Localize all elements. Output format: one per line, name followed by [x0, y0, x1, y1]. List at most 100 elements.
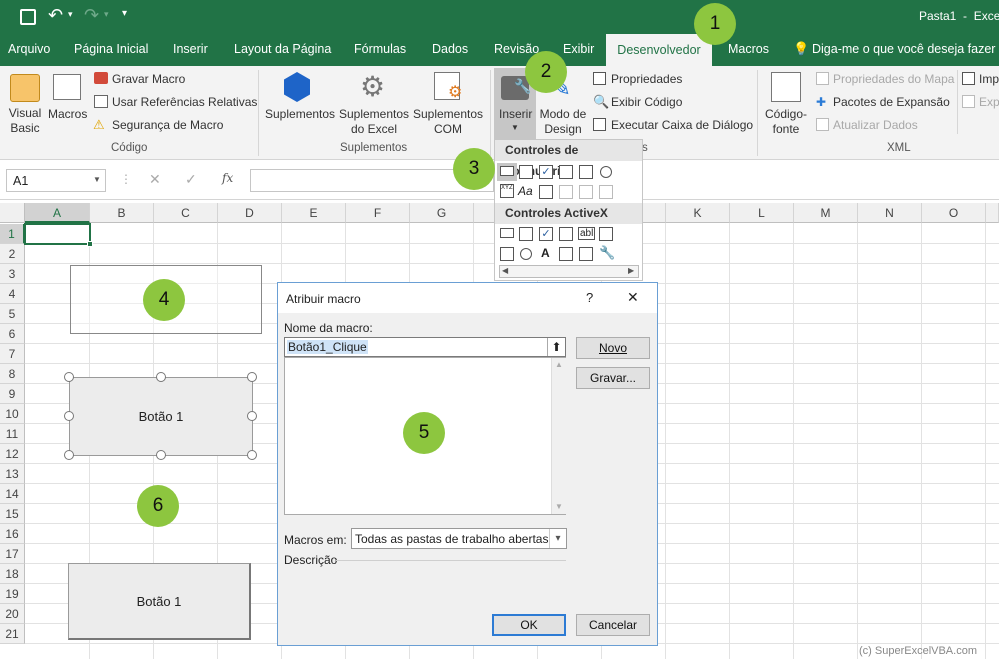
col-header-partial[interactable] [986, 203, 999, 223]
row-header-10[interactable]: 10 [0, 404, 25, 424]
tab-inserir[interactable]: Inserir [173, 42, 208, 56]
macro-list-scrollbar[interactable]: ▲ ▼ [551, 358, 566, 514]
resize-handle[interactable] [156, 372, 166, 382]
activex-option-icon[interactable] [520, 248, 532, 260]
tell-me-box[interactable]: Diga-me o que você deseja fazer [812, 42, 995, 56]
modo-design-button[interactable]: Modo de Design [536, 107, 590, 137]
sheet-button-final[interactable]: Botão 1 [68, 563, 251, 640]
gravar-macro-button[interactable]: Gravar Macro [112, 72, 185, 86]
save-icon[interactable] [20, 9, 36, 25]
col-header-o[interactable]: O [922, 203, 986, 223]
row-header-1[interactable]: 1 [0, 224, 25, 244]
row-header-6[interactable]: 6 [0, 324, 25, 344]
seguranca-macro-button[interactable]: Segurança de Macro [112, 118, 223, 132]
tab-dados[interactable]: Dados [432, 42, 468, 56]
row-header-18[interactable]: 18 [0, 564, 25, 584]
source-icon[interactable] [771, 72, 801, 102]
chevron-down-icon[interactable]: ▼ [93, 175, 101, 184]
checkbox-control-icon[interactable]: ✓ [539, 165, 553, 179]
resize-handle[interactable] [64, 450, 74, 460]
col-header-k[interactable]: K [666, 203, 730, 223]
select-all-corner[interactable] [0, 203, 25, 223]
active-cell-a1[interactable] [24, 223, 91, 245]
undo-dropdown-icon[interactable]: ▾ [68, 9, 73, 20]
executar-caixa-button[interactable]: Executar Caixa de Diálogo [611, 118, 753, 132]
visual-basic-icon[interactable] [10, 74, 40, 102]
suplementos-button[interactable]: Suplementos [265, 107, 335, 121]
col-header-m[interactable]: M [794, 203, 858, 223]
undo-icon[interactable]: ↶ [48, 5, 63, 26]
activex-spin-icon[interactable] [500, 247, 514, 261]
col-header-l[interactable]: L [730, 203, 794, 223]
row-header-17[interactable]: 17 [0, 544, 25, 564]
col-header-d[interactable]: D [218, 203, 282, 223]
cancelar-button[interactable]: Cancelar [576, 614, 650, 636]
scroll-down-icon[interactable]: ▼ [555, 502, 563, 511]
option-button-icon[interactable] [600, 166, 612, 178]
suplementos-icon[interactable] [284, 72, 310, 102]
button-control-icon[interactable] [500, 166, 514, 176]
activex-scrollbar-icon[interactable] [599, 227, 613, 241]
chevron-down-icon[interactable]: ▾ [549, 529, 566, 548]
row-header-21[interactable]: 21 [0, 624, 25, 644]
collapse-icon[interactable]: ⬆ [547, 338, 565, 356]
more-controls-icon[interactable]: 🔧 [599, 245, 615, 261]
scrollbar-control-icon[interactable] [539, 185, 553, 199]
col-header-e[interactable]: E [282, 203, 346, 223]
gravar-button[interactable]: Gravar... [576, 367, 650, 389]
scroll-up-icon[interactable]: ▲ [555, 360, 563, 369]
col-header-b[interactable]: B [90, 203, 154, 223]
macros-button[interactable]: Macros [48, 107, 87, 121]
resize-handle[interactable] [64, 372, 74, 382]
col-header-g[interactable]: G [410, 203, 474, 223]
col-header-n[interactable]: N [858, 203, 922, 223]
activex-textbox-icon[interactable]: abl [578, 227, 596, 240]
row-header-15[interactable]: 15 [0, 504, 25, 524]
macros-in-select[interactable]: Todas as pastas de trabalho abertas ▾ [351, 528, 567, 549]
tab-arquivo[interactable]: Arquivo [8, 42, 50, 56]
pacotes-expansao-button[interactable]: Pacotes de Expansão [833, 95, 950, 109]
activex-toggle-icon[interactable] [579, 247, 593, 261]
macros-icon[interactable] [53, 74, 81, 100]
ok-button[interactable]: OK [492, 614, 566, 636]
row-header-4[interactable]: 4 [0, 284, 25, 304]
row-header-19[interactable]: 19 [0, 584, 25, 604]
row-header-9[interactable]: 9 [0, 384, 25, 404]
combobox-control-icon[interactable] [519, 165, 533, 179]
activex-label-icon[interactable]: A [541, 246, 550, 260]
resize-handle[interactable] [247, 411, 257, 421]
tab-revisao[interactable]: Revisão [494, 42, 539, 56]
activex-listbox-icon[interactable] [559, 227, 573, 241]
resize-handle[interactable] [156, 450, 166, 460]
help-icon[interactable]: ? [586, 290, 593, 305]
activex-button-icon[interactable] [500, 228, 514, 238]
row-header-13[interactable]: 13 [0, 464, 25, 484]
activex-combobox-icon[interactable] [519, 227, 533, 241]
novo-button[interactable]: Novo [576, 337, 650, 359]
row-header-8[interactable]: 8 [0, 364, 25, 384]
activex-checkbox-icon[interactable]: ✓ [539, 227, 553, 241]
dropdown-scrollbar[interactable]: ◀ ▶ [499, 265, 639, 278]
tab-layout[interactable]: Layout da Página [234, 42, 331, 56]
fx-icon[interactable]: fx [222, 171, 233, 185]
col-header-a[interactable]: A [25, 203, 90, 223]
sheet-button-selected[interactable]: Botão 1 [69, 377, 253, 456]
col-header-f[interactable]: F [346, 203, 410, 223]
suplementos-com-button[interactable]: Suplementos COM [411, 107, 485, 137]
tab-pagina-inicial[interactable]: Página Inicial [74, 42, 148, 56]
tab-desenvolvedor[interactable]: Desenvolvedor [606, 34, 712, 66]
exibir-codigo-button[interactable]: Exibir Código [611, 95, 682, 109]
row-header-20[interactable]: 20 [0, 604, 25, 624]
row-header-14[interactable]: 14 [0, 484, 25, 504]
suplementos-excel-button[interactable]: Suplementos do Excel [337, 107, 411, 137]
referencias-relativas-button[interactable]: Usar Referências Relativas [112, 95, 257, 109]
row-header-7[interactable]: 7 [0, 344, 25, 364]
row-header-3[interactable]: 3 [0, 264, 25, 284]
label-control-icon[interactable]: Aa [518, 184, 533, 198]
gear-icon[interactable]: ⚙ [360, 70, 385, 103]
customize-toolbar-icon[interactable]: ▾ [122, 8, 127, 19]
tab-formulas[interactable]: Fórmulas [354, 42, 406, 56]
name-box[interactable]: A1 ▼ [6, 169, 106, 192]
tab-exibir[interactable]: Exibir [563, 42, 594, 56]
resize-handle[interactable] [247, 372, 257, 382]
